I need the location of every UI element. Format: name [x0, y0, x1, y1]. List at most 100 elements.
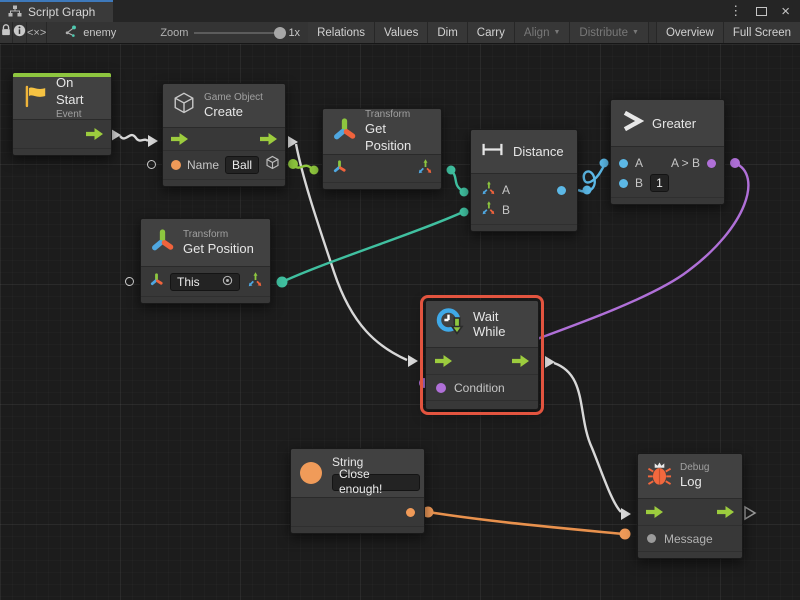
dropdown-caret-icon: ▼ — [632, 29, 639, 36]
window-menu-icon[interactable]: ⋮ — [729, 3, 742, 19]
toolbar-button-fullscreen[interactable]: Full Screen — [724, 22, 800, 43]
node-string-literal[interactable]: String Close enough! — [290, 448, 425, 534]
port-label: B — [635, 176, 643, 190]
graph-pointer-icon — [63, 25, 77, 41]
cube-icon — [172, 91, 196, 120]
node-title: Distance — [513, 144, 564, 159]
transform-icon — [332, 117, 357, 147]
port-label: Name — [187, 158, 219, 172]
node-title: Greater — [652, 116, 696, 131]
info-icon — [13, 24, 26, 42]
node-get-position-a[interactable]: Transform Get Position — [322, 108, 442, 190]
wait-clock-icon — [435, 307, 465, 342]
flow-output-port[interactable] — [260, 133, 277, 145]
node-debug-log[interactable]: Debug Log Message — [637, 453, 743, 559]
port-label: Message — [664, 532, 713, 546]
flow-output-port[interactable] — [512, 355, 529, 367]
code-view-button[interactable]: <×> — [27, 22, 47, 43]
node-on-start[interactable]: On Start Event — [12, 72, 112, 156]
titlebar: Script Graph ⋮ × — [0, 0, 800, 22]
boolean-output-port[interactable] — [707, 159, 716, 168]
target-value-field[interactable]: This — [170, 273, 240, 291]
flag-icon — [22, 83, 48, 114]
flow-input-port[interactable] — [171, 133, 188, 145]
zoom-control: Zoom 1x — [152, 22, 308, 43]
wire-waitwhile-to-log — [554, 363, 621, 512]
tab-title: Script Graph — [28, 5, 95, 19]
node-greater[interactable]: Greater A A > B B 1 — [610, 99, 725, 205]
object-picker-icon[interactable] — [222, 275, 233, 289]
wire-distance-to-greater — [578, 163, 605, 191]
vector3-output-port[interactable] — [246, 271, 262, 292]
port-label: A — [502, 183, 510, 197]
window-close-icon[interactable]: × — [781, 4, 790, 19]
port-label: A — [635, 156, 643, 170]
transform-input-port[interactable] — [149, 272, 164, 292]
port-label: Condition — [454, 381, 505, 395]
bug-icon — [647, 460, 672, 492]
node-subtitle: Event — [56, 108, 102, 121]
node-distance[interactable]: Distance A B — [470, 129, 578, 232]
dropdown-caret-icon: ▼ — [553, 29, 560, 36]
graph-breadcrumb[interactable]: enemy — [55, 22, 124, 43]
toolbar-button-distribute[interactable]: Distribute▼ — [570, 22, 649, 43]
toolbar-button-carry[interactable]: Carry — [468, 22, 515, 43]
flow-in-cap-create — [148, 135, 158, 147]
flow-input-port[interactable] — [646, 506, 663, 518]
flow-output-port[interactable] — [717, 506, 734, 518]
tab-script-graph[interactable]: Script Graph — [0, 0, 113, 22]
flow-in-cap-log — [621, 508, 631, 520]
wire-onstart-to-create — [120, 135, 148, 141]
node-title: On Start — [56, 75, 102, 109]
zoom-slider-handle[interactable] — [274, 27, 286, 39]
vector3-input-port-a[interactable] — [480, 180, 495, 200]
b-value-field[interactable]: 1 — [650, 174, 669, 192]
name-value-field[interactable]: Ball — [225, 156, 259, 174]
node-title: Log — [680, 474, 709, 491]
node-get-position-b[interactable]: Transform Get Position This — [140, 218, 271, 304]
node-title: Create — [204, 104, 263, 121]
graph-canvas[interactable]: On Start Event Game Object Create Name — [0, 44, 800, 600]
boolean-input-port[interactable] — [436, 383, 446, 393]
toolbar-button-overview[interactable]: Overview — [656, 22, 724, 43]
number-input-port-b[interactable] — [619, 179, 628, 188]
distance-icon — [480, 142, 505, 162]
number-output-port[interactable] — [557, 186, 566, 195]
string-input-port[interactable] — [171, 160, 181, 170]
toolbar-button-relations[interactable]: Relations — [308, 22, 375, 43]
node-category: Transform — [365, 108, 432, 121]
wire-string-to-message — [428, 512, 623, 534]
message-input-port[interactable] — [647, 534, 656, 543]
flow-in-cap-waitwhile — [408, 355, 418, 367]
string-icon — [300, 462, 322, 484]
vector3-input-port-b[interactable] — [480, 200, 495, 220]
inspect-button[interactable] — [13, 22, 27, 43]
flow-input-port[interactable] — [435, 355, 452, 367]
lock-button[interactable] — [0, 22, 13, 43]
node-create-gameobject[interactable]: Game Object Create Name Ball — [162, 83, 286, 187]
toolbar-button-align[interactable]: Align▼ — [515, 22, 571, 43]
zoom-slider[interactable] — [194, 32, 282, 34]
number-input-port-a[interactable] — [619, 159, 628, 168]
string-value-field[interactable]: Close enough! — [332, 474, 420, 491]
toolbar-button-dim[interactable]: Dim — [428, 22, 467, 43]
transform-input-port[interactable] — [332, 159, 347, 179]
empty-port-indicator[interactable] — [147, 160, 156, 169]
code-icon: <×> — [27, 27, 46, 39]
vector3-output-port[interactable] — [416, 158, 432, 179]
node-category: Debug — [680, 461, 709, 474]
node-wait-while[interactable]: Wait While Condition — [425, 300, 539, 410]
zoom-value: 1x — [288, 27, 300, 39]
wire-getposition-b-to-distance-b — [282, 212, 463, 282]
string-output-port[interactable] — [406, 508, 415, 517]
empty-port-indicator[interactable] — [125, 277, 134, 286]
flow-output-port[interactable] — [86, 128, 103, 140]
window-maximize-icon[interactable] — [756, 7, 767, 16]
graph-name: enemy — [83, 27, 116, 39]
lock-icon — [0, 23, 12, 42]
node-title: Wait While — [473, 309, 529, 339]
toolbar-button-values[interactable]: Values — [375, 22, 428, 43]
zoom-label: Zoom — [160, 27, 188, 39]
flow-out-cap-onstart — [111, 129, 121, 141]
flow-out-cap-waitwhile — [545, 356, 555, 368]
